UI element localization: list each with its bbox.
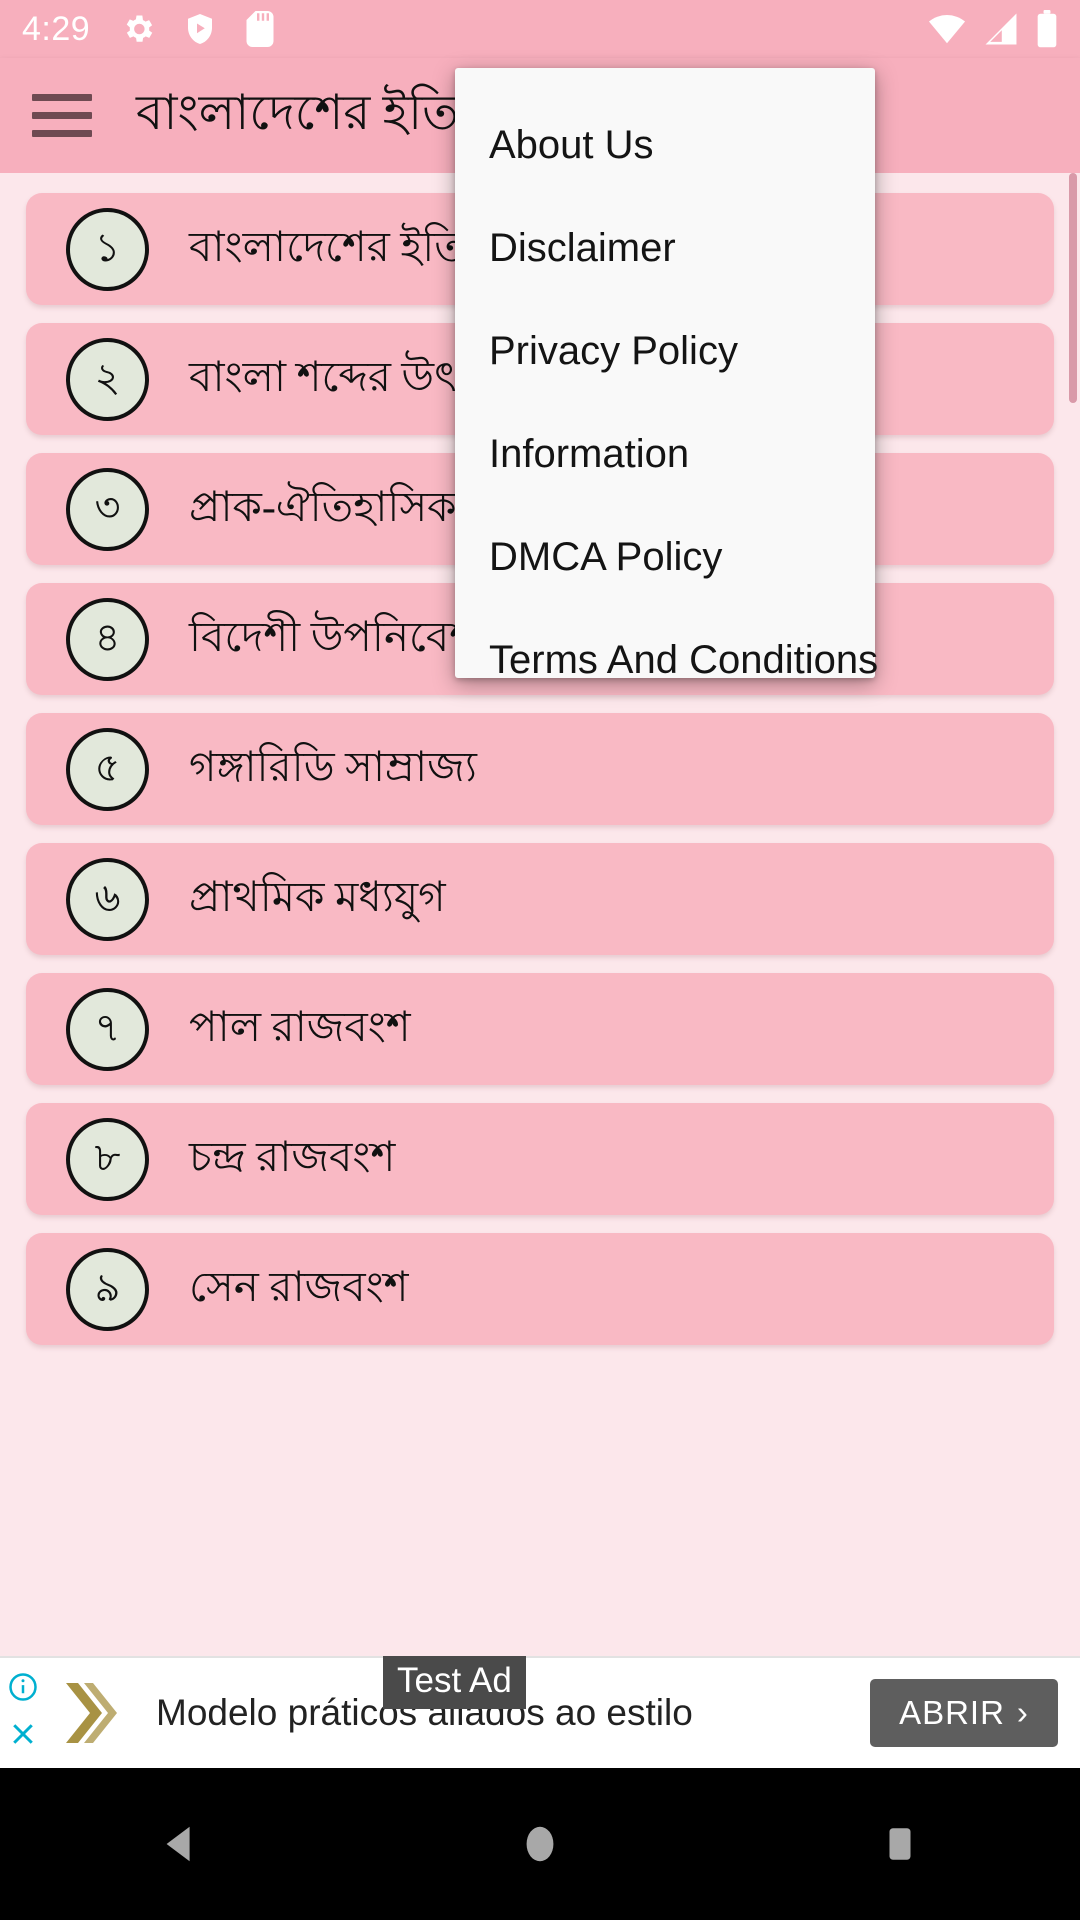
back-button[interactable] <box>100 1768 260 1920</box>
sd-card-icon <box>244 11 276 47</box>
menu-item-disclaimer[interactable]: Disclaimer <box>455 197 875 300</box>
list-item-number-badge: ৯ <box>66 1247 149 1331</box>
wifi-icon <box>928 12 966 46</box>
overflow-menu: About Us Disclaimer Privacy Policy Infor… <box>455 68 878 682</box>
list-item[interactable]: ৬ প্রাথমিক মধ্যযুগ <box>26 843 1054 955</box>
list-item-number-badge: ৬ <box>66 857 149 941</box>
menu-item-about-us[interactable]: About Us <box>455 94 875 197</box>
list-item[interactable]: ৯ সেন রাজবংশ <box>26 1233 1054 1345</box>
ad-test-badge: Test Ad <box>383 1656 526 1709</box>
ad-cta-button[interactable]: ABRIR › <box>870 1679 1058 1747</box>
list-item-number-badge: ৪ <box>66 597 149 681</box>
list-item-number-badge: ৮ <box>66 1117 149 1201</box>
status-bar: 4:29 <box>0 0 1080 58</box>
list-item-label: গঙ্গারিডি সাম্রাজ্য <box>189 744 477 791</box>
system-navigation-bar <box>0 1768 1080 1920</box>
ad-cta-label: ABRIR <box>899 1694 1005 1731</box>
list-item[interactable]: ৮ চন্দ্র রাজবংশ <box>26 1103 1054 1215</box>
status-bar-notification-icons <box>120 11 276 47</box>
list-item-number-badge: ৭ <box>66 987 149 1071</box>
menu-item-information[interactable]: Information <box>455 403 875 506</box>
status-bar-system-icons <box>928 10 1058 48</box>
cellular-signal-icon <box>984 12 1018 46</box>
menu-item-terms-and-conditions[interactable]: Terms And Conditions <box>455 609 878 712</box>
app-screen: 4:29 বাংলাদেশের ইতিহাস ১ বাংলাদেশের ইতিহ… <box>0 0 1080 1920</box>
list-item-label: সেন রাজবংশ <box>189 1264 409 1311</box>
status-bar-clock: 4:29 <box>22 9 91 48</box>
menu-item-privacy-policy[interactable]: Privacy Policy <box>455 300 875 403</box>
battery-icon <box>1036 10 1058 48</box>
hamburger-menu-icon[interactable] <box>32 94 92 137</box>
list-item[interactable]: ৫ গঙ্গারিডি সাম্রাজ্য <box>26 713 1054 825</box>
list-item-number-badge: ৫ <box>66 727 149 811</box>
list-item-number-badge: ২ <box>66 337 149 421</box>
gear-icon <box>120 11 156 47</box>
play-protect-shield-icon <box>182 11 218 47</box>
list-item-number-badge: ৩ <box>66 467 149 551</box>
list-scrollbar[interactable] <box>1069 173 1077 403</box>
recents-button[interactable] <box>820 1768 980 1920</box>
info-circle-icon[interactable] <box>8 1672 38 1707</box>
gold-chevron-logo-icon <box>46 1677 134 1749</box>
list-item-label: পাল রাজবংশ <box>189 1004 411 1051</box>
close-x-icon[interactable] <box>8 1719 38 1754</box>
list-item-label: প্রাথমিক মধ্যযুগ <box>189 874 446 921</box>
chevron-right-icon: › <box>1016 1694 1029 1731</box>
ad-banner[interactable]: Modelo práticos aliados ao estilo ABRIR … <box>0 1656 1080 1768</box>
list-item-label: চন্দ্র রাজবংশ <box>189 1134 396 1181</box>
ad-controls <box>0 1658 46 1768</box>
list-item-number-badge: ১ <box>66 207 149 291</box>
menu-item-dmca-policy[interactable]: DMCA Policy <box>455 506 875 609</box>
home-button[interactable] <box>460 1768 620 1920</box>
list-item[interactable]: ৭ পাল রাজবংশ <box>26 973 1054 1085</box>
